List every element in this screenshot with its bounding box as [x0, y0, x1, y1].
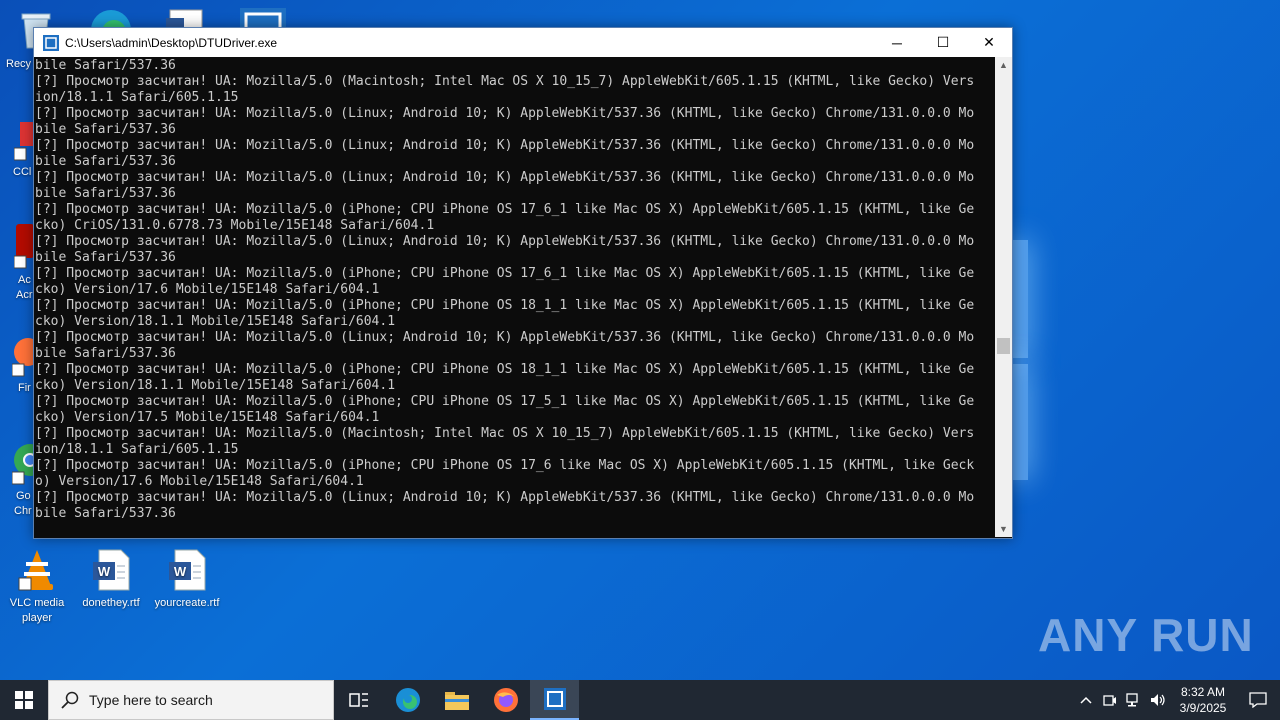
ccleaner-icon[interactable] — [13, 120, 34, 164]
console-line: ion/18.1.1 Safari/605.1.15 — [35, 442, 239, 457]
console-window[interactable]: C:\Users\admin\Desktop\DTUDriver.exe ─ ☐… — [33, 27, 1013, 539]
chrome-desktop-icon[interactable] — [11, 440, 46, 486]
task-view-button[interactable] — [334, 680, 383, 720]
maximize-button[interactable]: ☐ — [920, 28, 966, 57]
notification-center-icon[interactable] — [1236, 692, 1280, 708]
desktop-icon-yourcreate[interactable]: W yourcreate.rtf — [152, 548, 222, 611]
acrobat-icon[interactable] — [13, 224, 34, 270]
windows-logo-glow — [1010, 240, 1030, 480]
word-doc-icon: W — [91, 548, 131, 592]
console-line: o) Version/17.6 Mobile/15E148 Safari/604… — [35, 474, 364, 489]
console-line: [?] Просмотр засчитан! UA: Mozilla/5.0 (… — [35, 202, 975, 217]
maximize-icon: ☐ — [936, 34, 950, 50]
console-line: [?] Просмотр засчитан! UA: Mozilla/5.0 (… — [35, 74, 975, 89]
console-line: cko) Version/18.1.1 Mobile/15E148 Safari… — [35, 378, 396, 393]
desktop-label-acrobat-2: Acr — [16, 289, 33, 301]
console-line: [?] Просмотр засчитан! UA: Mozilla/5.0 (… — [35, 458, 975, 473]
scroll-down-arrow-icon[interactable]: ▼ — [995, 521, 1012, 537]
console-app-taskbar-icon — [543, 688, 566, 710]
console-line: [?] Просмотр засчитан! UA: Mozilla/5.0 (… — [35, 330, 975, 345]
console-titlebar[interactable]: C:\Users\admin\Desktop\DTUDriver.exe ─ ☐… — [34, 28, 1012, 57]
start-button[interactable] — [0, 680, 48, 720]
console-title: C:\Users\admin\Desktop\DTUDriver.exe — [65, 35, 278, 50]
console-line: cko) Version/18.1.1 Mobile/15E148 Safari… — [35, 314, 396, 329]
taskbar: Type here to search 8:32 AM 3/9/2025 — [0, 680, 1280, 720]
console-line: cko) CriOS/131.0.6778.73 Mobile/15E148 S… — [35, 218, 435, 233]
console-line: cko) Version/17.6 Mobile/15E148 Safari/6… — [35, 282, 380, 297]
desktop-label-chrome-1: Go — [16, 490, 31, 502]
vlc-icon — [17, 548, 57, 592]
task-view-icon — [348, 693, 368, 707]
scroll-up-arrow-icon[interactable]: ▲ — [995, 57, 1012, 73]
console-line: bile Safari/537.36 — [35, 346, 176, 361]
clock-date: 3/9/2025 — [1179, 701, 1227, 715]
volume-icon[interactable] — [1146, 693, 1170, 707]
console-line: [?] Просмотр засчитан! UA: Mozilla/5.0 (… — [35, 362, 975, 377]
desktop-icon-label: donethey.rtf — [82, 597, 140, 609]
search-placeholder: Type here to search — [89, 692, 213, 708]
minimize-icon: ─ — [892, 34, 902, 51]
word-doc-icon: W — [167, 548, 207, 592]
console-output[interactable]: bile Safari/537.36 [?] Просмотр засчитан!… — [35, 58, 995, 536]
scrollbar-thumb[interactable] — [997, 338, 1010, 354]
show-hidden-icons-chevron-icon[interactable] — [1074, 696, 1098, 704]
search-icon — [61, 691, 81, 709]
desktop-label-acrobat-1: Ac — [18, 274, 31, 286]
desktop-label-firefox: Fir — [18, 382, 31, 394]
app-desktop-icon-top[interactable] — [240, 8, 286, 28]
console-line: [?] Просмотр засчитан! UA: Mozilla/5.0 (… — [35, 106, 975, 121]
clock-time: 8:32 AM — [1180, 685, 1226, 699]
taskbar-search-box[interactable]: Type here to search — [48, 680, 334, 720]
word-desktop-icon-top[interactable] — [166, 8, 206, 28]
console-line: ion/18.1.1 Safari/605.1.15 — [35, 90, 239, 105]
console-line: [?] Просмотр засчитан! UA: Mozilla/5.0 (… — [35, 170, 975, 185]
console-line: [?] Просмотр засчитан! UA: Mozilla/5.0 (… — [35, 426, 975, 441]
console-line: cko) Version/17.5 Mobile/15E148 Safari/6… — [35, 410, 380, 425]
svg-text:W: W — [174, 564, 187, 579]
meet-now-icon[interactable] — [1098, 693, 1122, 707]
desktop-label-chrome-2: Chr — [14, 505, 32, 517]
console-line: [?] Просмотр засчитан! UA: Mozilla/5.0 (… — [35, 490, 975, 505]
close-button[interactable]: ✕ — [966, 28, 1012, 57]
firefox-taskbar-button[interactable] — [481, 680, 530, 720]
firefox-icon — [493, 688, 518, 712]
anyrun-watermark: ANY RUN — [1038, 608, 1254, 662]
desktop-icon-donethey[interactable]: W donethey.rtf — [76, 548, 146, 611]
network-icon[interactable] — [1122, 693, 1146, 707]
console-line: bile Safari/537.36 — [35, 122, 176, 137]
desktop-icon-label: VLC media — [9, 597, 65, 609]
firefox-desktop-icon[interactable] — [11, 334, 42, 378]
console-line: bile Safari/537.36 — [35, 186, 176, 201]
watermark-text: ANY RUN — [1038, 609, 1254, 661]
console-line: [?] Просмотр засчитан! UA: Mozilla/5.0 (… — [35, 234, 975, 249]
console-line: bile Safari/537.36 — [35, 250, 176, 265]
console-taskbar-button[interactable] — [530, 680, 579, 720]
desktop-icon-vlc[interactable]: VLC media player — [2, 548, 72, 626]
console-line: bile Safari/537.36 — [35, 154, 176, 169]
console-line: [?] Просмотр засчитан! UA: Mozilla/5.0 (… — [35, 138, 975, 153]
minimize-button[interactable]: ─ — [874, 28, 920, 57]
console-line: bile Safari/537.36 — [35, 58, 176, 73]
file-explorer-taskbar-button[interactable] — [432, 680, 481, 720]
desktop-icon-label-2: player — [22, 612, 52, 624]
console-scrollbar[interactable]: ▲ ▼ — [995, 57, 1012, 537]
edge-taskbar-button[interactable] — [383, 680, 432, 720]
console-app-icon — [43, 34, 59, 51]
close-icon: ✕ — [983, 34, 995, 50]
console-line: [?] Просмотр засчитан! UA: Mozilla/5.0 (… — [35, 394, 975, 409]
console-line: [?] Просмотр засчитан! UA: Mozilla/5.0 (… — [35, 266, 975, 281]
windows-start-icon — [15, 691, 33, 709]
system-tray: 8:32 AM 3/9/2025 — [1074, 680, 1280, 720]
file-explorer-icon — [444, 692, 469, 710]
desktop-label-ccleaner: CCl — [13, 166, 32, 178]
svg-text:W: W — [98, 564, 111, 579]
console-line: bile Safari/537.36 — [35, 506, 176, 521]
edge-desktop-icon[interactable] — [86, 6, 136, 28]
taskbar-clock[interactable]: 8:32 AM 3/9/2025 — [1170, 684, 1236, 716]
console-line: [?] Просмотр засчитан! UA: Mozilla/5.0 (… — [35, 298, 975, 313]
edge-icon — [395, 688, 420, 712]
desktop-label-recycle-bin: Recy — [6, 58, 32, 70]
desktop-icon-label: yourcreate.rtf — [154, 597, 220, 609]
